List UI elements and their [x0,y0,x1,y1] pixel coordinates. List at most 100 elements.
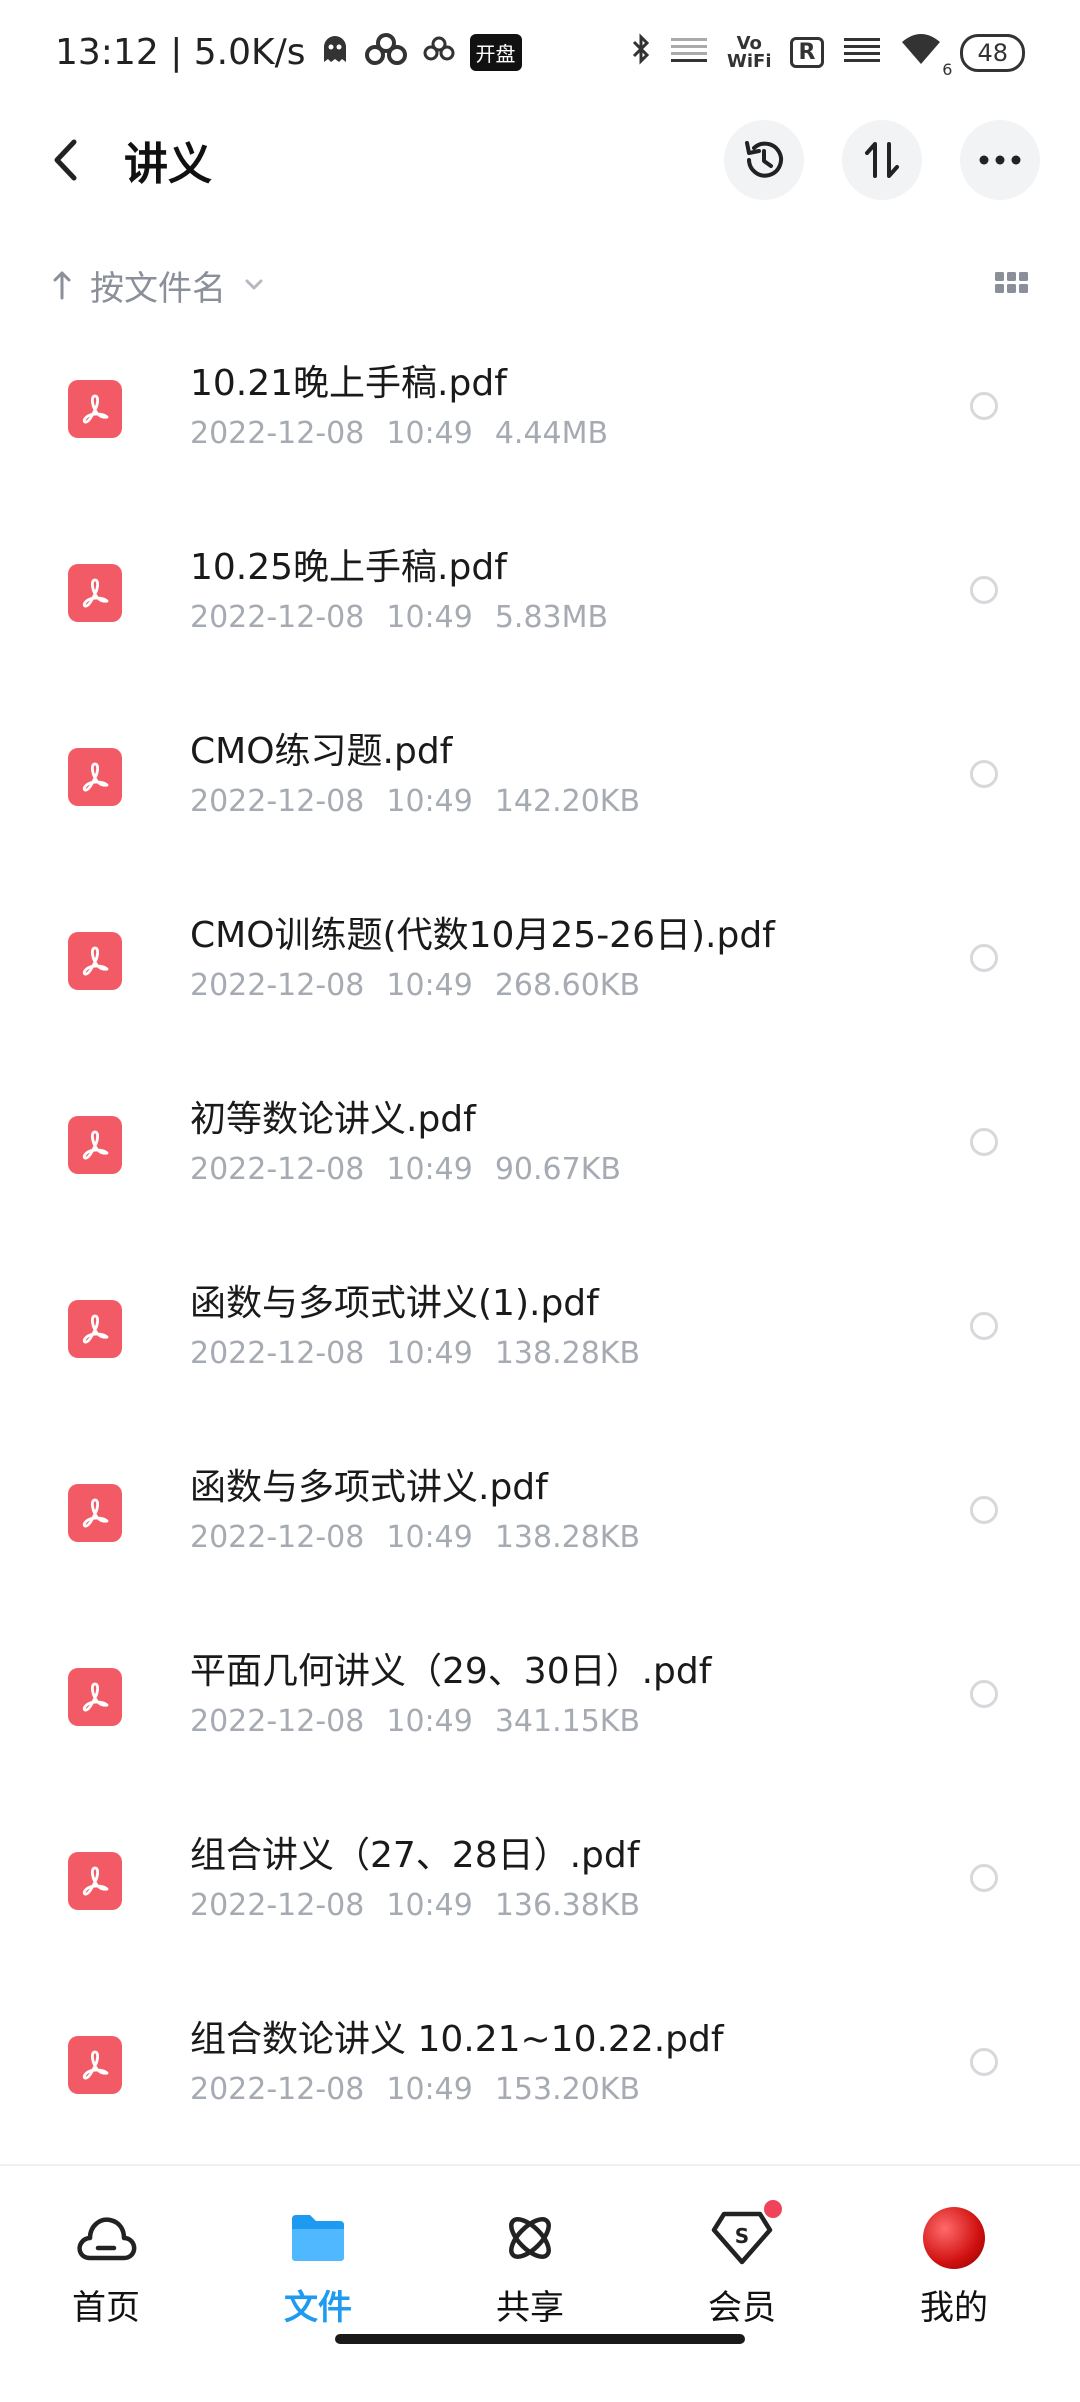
file-size: 142.20KB [494,784,641,819]
file-meta: 2022-12-08 10:49 138.28KB [190,1336,640,1371]
sort-by-name-label[interactable]: 按文件名 [90,261,226,310]
nav-share[interactable]: 共享 [450,2206,610,2329]
file-size: 153.20KB [494,2072,641,2107]
nav-home-label: 首页 [72,2288,140,2328]
grid-view-icon [995,272,1028,293]
file-list-item[interactable]: 函数与多项式讲义.pdf 2022-12-08 10:49 138.28KB [0,1444,1080,1628]
nav-member[interactable]: S 会员 [662,2200,822,2329]
file-date: 2022-12-08 [190,1520,365,1555]
select-checkbox[interactable] [970,392,998,420]
file-size: 341.15KB [494,1704,641,1739]
file-time: 10:49 [386,2072,473,2107]
avatar [922,2206,986,2270]
file-list-item[interactable]: 初等数论讲义.pdf 2022-12-08 10:49 90.67KB [0,1076,1080,1260]
file-time: 10:49 [386,1520,473,1555]
file-meta: 2022-12-08 10:49 268.60KB [190,968,640,1003]
sort-order-button[interactable] [842,120,922,200]
file-meta: 2022-12-08 10:49 136.38KB [190,1888,640,1923]
file-date: 2022-12-08 [190,416,365,451]
file-name: 初等数论讲义.pdf [190,1099,476,1140]
select-checkbox[interactable] [970,1680,998,1708]
file-meta: 2022-12-08 10:49 153.20KB [190,2072,640,2107]
nav-home[interactable]: 首页 [26,2206,186,2329]
file-name: 10.25晚上手稿.pdf [190,547,507,588]
select-checkbox[interactable] [970,1864,998,1892]
status-time-speed: 13:12 | 5.0K/s [55,32,306,73]
signal-bars-icon [669,34,709,71]
file-date: 2022-12-08 [190,600,365,635]
more-options-button[interactable] [960,120,1040,200]
file-name: 函数与多项式讲义(1).pdf [190,1283,599,1324]
file-meta: 2022-12-08 10:49 138.28KB [190,1520,640,1555]
select-checkbox[interactable] [970,576,998,604]
pdf-file-icon [68,1300,122,1358]
signal-bars-icon-2 [842,34,882,71]
select-checkbox[interactable] [970,1496,998,1524]
file-date: 2022-12-08 [190,968,365,1003]
file-date: 2022-12-08 [190,2072,365,2107]
vowifi-indicator: Vo WiFi [727,34,772,72]
file-meta: 2022-12-08 10:49 341.15KB [190,1704,640,1739]
file-name: 函数与多项式讲义.pdf [190,1467,548,1508]
file-size: 138.28KB [494,1520,641,1555]
pdf-file-icon [68,748,122,806]
vowifi-bottom: WiFi [727,50,772,72]
file-size: 136.38KB [494,1888,641,1923]
file-time: 10:49 [386,416,473,451]
user-avatar-image [923,2207,985,2269]
history-button[interactable] [724,120,804,200]
status-bar: 13:12 | 5.0K/s 开盘 Vo WiFi R 6 48 [0,0,1080,105]
more-dots-icon [979,155,1021,165]
file-list-item[interactable]: CMO训练题(代数10月25-26日).pdf 2022-12-08 10:49 2… [0,892,1080,1076]
pdf-file-icon [68,2036,122,2094]
status-right: Vo WiFi R 6 48 [631,32,1025,79]
file-time: 10:49 [386,968,473,1003]
file-time: 10:49 [386,1888,473,1923]
file-size: 4.44MB [494,416,609,451]
file-name: CMO训练题(代数10月25-26日).pdf [190,915,775,956]
select-checkbox[interactable] [970,944,998,972]
file-list-item[interactable]: 10.21晚上手稿.pdf 2022-12-08 10:49 4.44MB [0,340,1080,524]
nav-files-label: 文件 [284,2288,352,2328]
file-date: 2022-12-08 [190,1888,365,1923]
file-date: 2022-12-08 [190,1704,365,1739]
select-checkbox[interactable] [970,1312,998,1340]
file-list-item[interactable]: 组合讲义（27、28日）.pdf 2022-12-08 10:49 136.38KB [0,1812,1080,1996]
select-checkbox[interactable] [970,1128,998,1156]
file-name: 平面几何讲义（29、30日）.pdf [190,1651,712,1692]
back-button[interactable] [40,135,90,185]
file-list-item[interactable]: 10.25晚上手稿.pdf 2022-12-08 10:49 5.83MB [0,524,1080,708]
grid-view-button[interactable] [994,270,1030,300]
file-list-item[interactable]: 平面几何讲义（29、30日）.pdf 2022-12-08 10:49 341.15… [0,1628,1080,1812]
file-name: 组合数论讲义 10.21~10.22.pdf [190,2019,724,2060]
file-time: 10:49 [386,784,473,819]
file-date: 2022-12-08 [190,1152,365,1187]
file-size: 268.60KB [494,968,641,1003]
ghost-icon [320,34,350,72]
wifi-sub-label: 6 [942,60,953,79]
status-left: 13:12 | 5.0K/s 开盘 [55,32,522,73]
pdf-file-icon [68,1484,122,1542]
page-title: 讲义 [124,139,212,190]
nav-files[interactable]: 文件 [238,2206,398,2329]
file-list-item[interactable]: 函数与多项式讲义(1).pdf 2022-12-08 10:49 138.28KB [0,1260,1080,1444]
wifi-icon: 6 [900,32,952,79]
chevron-down-icon[interactable] [244,278,264,292]
nav-mine[interactable]: 我的 [874,2206,1034,2329]
back-arrow-icon [54,139,77,181]
select-checkbox[interactable] [970,2048,998,2076]
file-list-item[interactable]: 组合数论讲义 10.21~10.22.pdf 2022-12-08 10:49 15… [0,1996,1080,2180]
pdf-file-icon [68,1668,122,1726]
sort-up-arrow-icon[interactable] [52,270,72,300]
bottom-navigation: 首页 文件 共享 S 会员 我的 [0,2164,1080,2402]
r-badge: R [789,37,825,68]
atom-share-icon [498,2206,562,2270]
home-indicator-bar[interactable] [335,2334,745,2344]
file-time: 10:49 [386,1704,473,1739]
file-list-item[interactable]: CMO练习题.pdf 2022-12-08 10:49 142.20KB [0,708,1080,892]
select-checkbox[interactable] [970,760,998,788]
folder-icon [286,2206,350,2270]
file-name: 10.21晚上手稿.pdf [190,363,507,404]
market-open-badge: 开盘 [469,34,522,71]
file-name: CMO练习题.pdf [190,731,453,772]
